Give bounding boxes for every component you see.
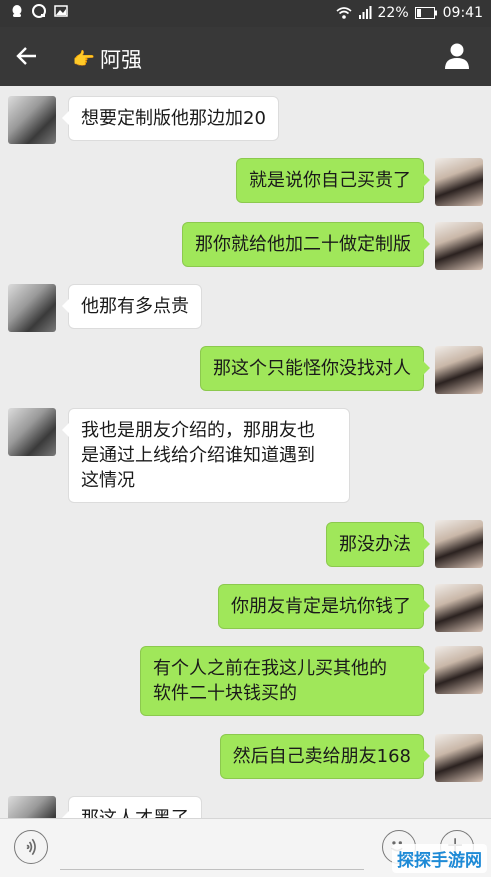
battery-icon [414,7,437,19]
my-avatar[interactable] [435,734,483,782]
received-message-bubble[interactable]: 想要定制版他那边加20 [62,96,279,141]
my-avatar[interactable] [435,584,483,632]
sent-message-bubble[interactable]: 就是说你自己买贵了 [236,158,430,203]
contact-avatar[interactable] [8,796,56,818]
my-avatar[interactable] [435,346,483,394]
received-message-bubble[interactable]: 那这人才黑了 [62,796,202,818]
voice-icon [26,838,36,856]
wifi-icon [335,7,352,19]
chat-area[interactable]: 想要定制版他那边加20 就是说你自己买贵了 那你就给他加二十做定制版 他那有多点… [0,86,491,818]
chat-icon [32,4,46,18]
my-avatar[interactable] [435,520,483,568]
status-bar: 22% 09:41 [0,0,491,27]
message-input[interactable] [60,831,364,870]
sent-message-bubble[interactable]: 那你就给他加二十做定制版 [182,222,430,267]
chat-title: 👉 阿强 [72,44,142,74]
watermark-logo: 探探手游网 [392,844,487,873]
contact-avatar[interactable] [8,284,56,332]
sent-message-bubble[interactable]: 你朋友肯定是坑你钱了 [218,584,430,629]
contact-name: 阿强 [100,48,142,72]
received-message-bubble[interactable]: 我也是朋友介绍的，那朋友也 是通过上线给介绍谁知道遇到 这情况 [62,408,350,503]
voice-input-button[interactable] [14,830,48,864]
my-avatar[interactable] [435,646,483,694]
signal-icon [358,6,372,19]
input-bar: 探探手游网 [0,818,491,877]
received-message-bubble[interactable]: 他那有多点贵 [62,284,202,329]
profile-icon[interactable] [441,40,473,72]
contact-avatar[interactable] [8,408,56,456]
my-avatar[interactable] [435,158,483,206]
back-arrow-icon[interactable] [12,41,42,71]
battery-percent: 22% [377,5,409,21]
status-time: 09:41 [442,5,483,21]
chat-header: 👉 阿强 [0,27,491,86]
status-right: 22% 09:41 [335,5,483,21]
qq-icon [12,5,22,17]
contact-avatar[interactable] [8,96,56,144]
sent-message-bubble[interactable]: 那没办法 [326,522,430,567]
pointing-hand-emoji: 👉 [72,48,96,70]
sent-message-bubble[interactable]: 然后自己卖给朋友168 [219,734,431,779]
image-icon [54,5,68,17]
my-avatar[interactable] [435,222,483,270]
status-left-icons [10,4,68,18]
sent-message-bubble[interactable]: 有个人之前在我这儿买其他的 软件二十块钱买的 [140,646,430,716]
sent-message-bubble[interactable]: 那这个只能怪你没找对人 [200,346,430,391]
